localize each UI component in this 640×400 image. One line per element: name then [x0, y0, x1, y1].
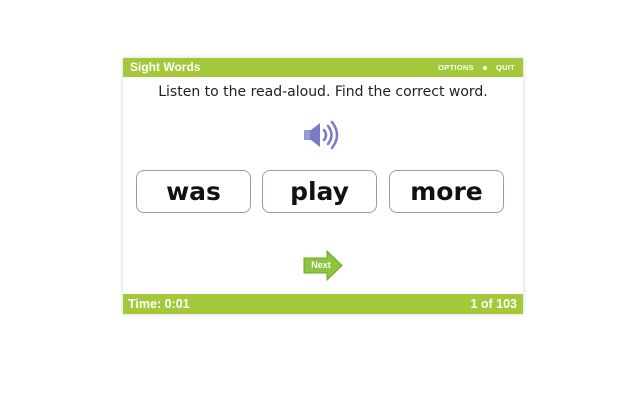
- word-choice-more[interactable]: more: [389, 170, 504, 213]
- question-progress: 1 of 103: [470, 297, 517, 311]
- quit-link[interactable]: QUIT: [496, 62, 515, 73]
- time-value: 0:01: [164, 297, 190, 311]
- timer: Time: 0:01: [128, 294, 190, 314]
- app-title: Sight Words: [130, 60, 201, 74]
- sight-words-activity: Sight Words OPTIONS QUIT Listen to the r…: [123, 58, 523, 314]
- next-button[interactable]: Next: [303, 249, 343, 282]
- footer-bar: Time: 0:01 1 of 103: [123, 294, 523, 314]
- speaker-icon[interactable]: [302, 120, 344, 150]
- word-choice-play[interactable]: play: [262, 170, 377, 213]
- instruction-text: Listen to the read-aloud. Find the corre…: [158, 84, 488, 100]
- header-bar: Sight Words OPTIONS QUIT: [123, 58, 523, 77]
- time-label: Time:: [128, 297, 162, 311]
- options-link[interactable]: OPTIONS: [438, 62, 474, 73]
- separator-dot: [482, 65, 487, 70]
- word-choice-was[interactable]: was: [136, 170, 251, 213]
- header-menu: OPTIONS QUIT: [438, 62, 515, 73]
- next-label: Next: [311, 260, 331, 270]
